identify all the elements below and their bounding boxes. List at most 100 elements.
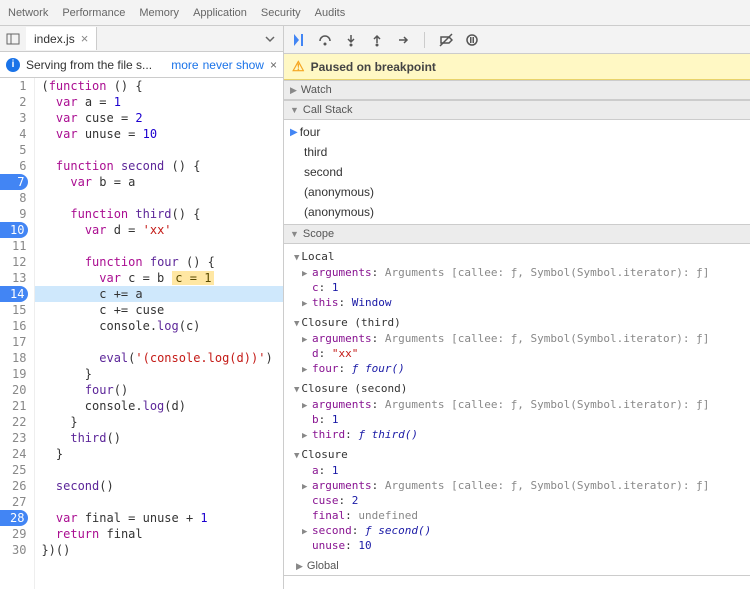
line-number[interactable]: 21 xyxy=(0,398,26,414)
line-number[interactable]: 26 xyxy=(0,478,26,494)
tab-network[interactable]: Network xyxy=(8,7,48,19)
line-number[interactable]: 1 xyxy=(0,78,26,94)
line-number[interactable]: 9 xyxy=(0,206,26,222)
line-gutter[interactable]: 1234567891011121314151617181920212223242… xyxy=(0,78,35,589)
scope-variable[interactable]: cuse: 2 xyxy=(294,493,744,508)
line-number[interactable]: 28 xyxy=(0,510,28,526)
scope-variable[interactable]: a: 1 xyxy=(294,463,744,478)
scope-title[interactable]: ▼Closure xyxy=(294,446,744,463)
code-line[interactable]: var unuse = 10 xyxy=(35,126,283,142)
code-line[interactable] xyxy=(35,462,283,478)
line-number[interactable]: 11 xyxy=(0,238,26,254)
code-line[interactable]: })() xyxy=(35,542,283,558)
stack-frame[interactable]: (anonymous) xyxy=(284,182,750,202)
file-tab[interactable]: index.js × xyxy=(26,27,97,50)
line-number[interactable]: 6 xyxy=(0,158,26,174)
line-number[interactable]: 18 xyxy=(0,350,26,366)
line-number[interactable]: 24 xyxy=(0,446,26,462)
line-number[interactable]: 15 xyxy=(0,302,26,318)
stack-frame[interactable]: ▶four xyxy=(284,122,750,142)
scope-title[interactable]: ▼Closure (second) xyxy=(294,380,744,397)
line-number[interactable]: 7 xyxy=(0,174,28,190)
scope-title[interactable]: ▼Closure (third) xyxy=(294,314,744,331)
code-line[interactable]: four() xyxy=(35,382,283,398)
tab-audits[interactable]: Audits xyxy=(315,7,346,19)
scope-title[interactable]: ▼Local xyxy=(294,248,744,265)
more-files-icon[interactable] xyxy=(257,32,283,46)
code-line[interactable]: function second () { xyxy=(35,158,283,174)
code-line[interactable] xyxy=(35,142,283,158)
code-line[interactable]: var cuse = 2 xyxy=(35,110,283,126)
scope-panel-header[interactable]: ▼ Scope xyxy=(284,224,750,244)
step-over-icon[interactable] xyxy=(316,31,334,49)
code-line[interactable]: var c = bc = 1 xyxy=(35,270,283,286)
code-line[interactable]: var final = unuse + 1 xyxy=(35,510,283,526)
step-icon[interactable] xyxy=(394,31,412,49)
code-line[interactable]: third() xyxy=(35,430,283,446)
code-line[interactable]: var b = a xyxy=(35,174,283,190)
watch-panel-header[interactable]: ▶ Watch xyxy=(284,80,750,100)
code-line[interactable] xyxy=(35,190,283,206)
scope-variable[interactable]: ▶third: ƒ third() xyxy=(294,427,744,442)
scope-variable[interactable]: ▶arguments: Arguments [callee: ƒ, Symbol… xyxy=(294,478,744,493)
code-line[interactable]: c += a xyxy=(35,286,283,302)
info-never-show-link[interactable]: never show xyxy=(203,58,264,72)
code-line[interactable]: (function () { xyxy=(35,78,283,94)
code-line[interactable]: c += cuse xyxy=(35,302,283,318)
tab-application[interactable]: Application xyxy=(193,7,247,19)
step-out-icon[interactable] xyxy=(368,31,386,49)
code-line[interactable]: } xyxy=(35,414,283,430)
code-line[interactable]: console.log(c) xyxy=(35,318,283,334)
line-number[interactable]: 23 xyxy=(0,430,26,446)
code-area[interactable]: (function () { var a = 1 var cuse = 2 va… xyxy=(35,78,283,589)
scope-variable[interactable]: ▶arguments: Arguments [callee: ƒ, Symbol… xyxy=(294,331,744,346)
line-number[interactable]: 19 xyxy=(0,366,26,382)
line-number[interactable]: 3 xyxy=(0,110,26,126)
scope-variable[interactable]: ▶arguments: Arguments [callee: ƒ, Symbol… xyxy=(294,397,744,412)
line-number[interactable]: 30 xyxy=(0,542,26,558)
line-number[interactable]: 14 xyxy=(0,286,28,302)
stack-frame[interactable]: second xyxy=(284,162,750,182)
line-number[interactable]: 29 xyxy=(0,526,26,542)
resume-icon[interactable] xyxy=(290,31,308,49)
line-number[interactable]: 25 xyxy=(0,462,26,478)
deactivate-breakpoints-icon[interactable] xyxy=(437,31,455,49)
scope-variable[interactable]: d: "xx" xyxy=(294,346,744,361)
tab-security[interactable]: Security xyxy=(261,7,301,19)
code-line[interactable]: function third() { xyxy=(35,206,283,222)
line-number[interactable]: 5 xyxy=(0,142,26,158)
scope-variable[interactable]: final: undefined xyxy=(294,508,744,523)
global-scope-header[interactable]: ▶ Global xyxy=(284,557,750,576)
code-line[interactable]: return final xyxy=(35,526,283,542)
callstack-panel-header[interactable]: ▼ Call Stack xyxy=(284,100,750,120)
stack-frame[interactable]: third xyxy=(284,142,750,162)
close-icon[interactable]: × xyxy=(270,58,277,72)
close-icon[interactable]: × xyxy=(81,31,89,46)
stack-frame[interactable]: (anonymous) xyxy=(284,202,750,222)
line-number[interactable]: 13 xyxy=(0,270,26,286)
scope-variable[interactable]: b: 1 xyxy=(294,412,744,427)
scope-variable[interactable]: ▶arguments: Arguments [callee: ƒ, Symbol… xyxy=(294,265,744,280)
code-line[interactable]: } xyxy=(35,446,283,462)
line-number[interactable]: 16 xyxy=(0,318,26,334)
scope-variable[interactable]: ▶this: Window xyxy=(294,295,744,310)
tab-memory[interactable]: Memory xyxy=(139,7,179,19)
line-number[interactable]: 27 xyxy=(0,494,26,510)
code-line[interactable]: } xyxy=(35,366,283,382)
line-number[interactable]: 4 xyxy=(0,126,26,142)
line-number[interactable]: 12 xyxy=(0,254,26,270)
code-line[interactable]: var a = 1 xyxy=(35,94,283,110)
line-number[interactable]: 17 xyxy=(0,334,26,350)
code-line[interactable]: function four () { xyxy=(35,254,283,270)
scope-variable[interactable]: ▶four: ƒ four() xyxy=(294,361,744,376)
line-number[interactable]: 2 xyxy=(0,94,26,110)
line-number[interactable]: 20 xyxy=(0,382,26,398)
code-line[interactable]: second() xyxy=(35,478,283,494)
line-number[interactable]: 22 xyxy=(0,414,26,430)
line-number[interactable]: 10 xyxy=(0,222,28,238)
code-line[interactable] xyxy=(35,494,283,510)
step-into-icon[interactable] xyxy=(342,31,360,49)
code-line[interactable] xyxy=(35,334,283,350)
line-number[interactable]: 8 xyxy=(0,190,26,206)
code-editor[interactable]: 1234567891011121314151617181920212223242… xyxy=(0,78,283,589)
